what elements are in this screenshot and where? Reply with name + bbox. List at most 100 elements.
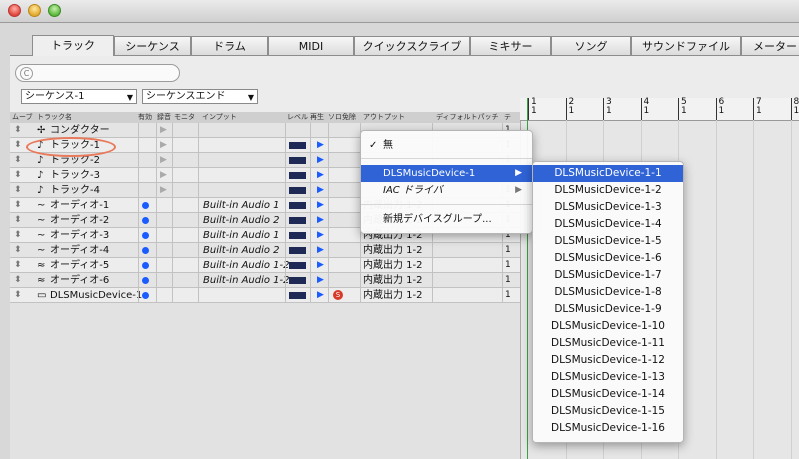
track-input[interactable]: Built-in Audio 1-2 <box>203 258 290 273</box>
record-enable-dot[interactable] <box>142 232 149 239</box>
tab-soundfile[interactable]: サウンドファイル <box>631 36 741 55</box>
record-enable-dot[interactable] <box>142 277 149 284</box>
channel-menu-item[interactable]: DLSMusicDevice-1-10 <box>533 318 683 335</box>
record-enable-dot[interactable] <box>142 217 149 224</box>
play-enable-icon[interactable]: ▶ <box>317 273 324 288</box>
menu-item-dls-device[interactable]: DLSMusicDevice-1 ▶ <box>361 165 532 182</box>
play-enable-icon[interactable]: ▶ <box>317 258 324 273</box>
play-enable-icon[interactable]: ▶ <box>317 288 324 303</box>
move-handle-icon[interactable]: ⬍ <box>14 288 22 303</box>
move-handle-icon[interactable]: ⬍ <box>14 258 22 273</box>
track-row[interactable]: ⬍ ≈ オーディオ-6 Built-in Audio 1-2 ▶ 内蔵出力 1-2 1 <box>10 273 520 288</box>
tab-tracks[interactable]: トラック <box>32 35 114 56</box>
track-name[interactable]: オーディオ-2 <box>50 213 109 228</box>
channel-menu-item[interactable]: DLSMusicDevice-1-3 <box>533 199 683 216</box>
monitor-arrow-icon[interactable]: ▶ <box>160 155 167 166</box>
move-handle-icon[interactable]: ⬍ <box>14 183 22 198</box>
move-handle-icon[interactable]: ⬍ <box>14 138 22 153</box>
track-name[interactable]: トラック-4 <box>50 183 100 198</box>
track-name[interactable]: オーディオ-3 <box>50 228 109 243</box>
header-play[interactable]: 再生 <box>310 112 324 123</box>
menu-item-iac-driver[interactable]: IAC ドライバ ▶ <box>361 182 532 199</box>
header-move[interactable]: ムーブ <box>12 112 33 123</box>
menu-item-none[interactable]: ✓ 無 <box>361 137 532 154</box>
play-enable-icon[interactable]: ▶ <box>317 243 324 258</box>
channel-menu-item[interactable]: DLSMusicDevice-1-9 <box>533 301 683 318</box>
channel-menu-item[interactable]: DLSMusicDevice-1-15 <box>533 403 683 420</box>
record-enable-dot[interactable] <box>142 202 149 209</box>
channel-menu-item[interactable]: DLSMusicDevice-1-12 <box>533 352 683 369</box>
channel-menu-item[interactable]: DLSMusicDevice-1-6 <box>533 250 683 267</box>
header-default-patch[interactable]: ディフォルトパッチ <box>436 112 499 123</box>
minimize-window-button[interactable] <box>28 4 41 17</box>
tab-quickscribe[interactable]: クイックスクライブ <box>354 36 470 55</box>
track-output[interactable]: 内蔵出力 1-2 <box>363 288 423 303</box>
track-name[interactable]: オーディオ-5 <box>50 258 109 273</box>
channel-menu-item[interactable]: DLSMusicDevice-1-8 <box>533 284 683 301</box>
track-input[interactable]: Built-in Audio 1-2 <box>203 273 290 288</box>
track-name[interactable]: DLSMusicDevice-1 <box>50 288 142 303</box>
tab-song[interactable]: ソング <box>551 36 631 55</box>
track-name[interactable]: オーディオ-6 <box>50 273 109 288</box>
channel-menu-item[interactable]: DLSMusicDevice-1-14 <box>533 386 683 403</box>
channel-menu-item[interactable]: DLSMusicDevice-1-16 <box>533 420 683 437</box>
channel-menu-item[interactable]: DLSMusicDevice-1-1 <box>533 165 683 182</box>
close-window-button[interactable] <box>8 4 21 17</box>
header-track-name[interactable]: トラック名 <box>37 112 72 123</box>
move-handle-icon[interactable]: ⬍ <box>14 228 22 243</box>
play-enable-icon[interactable]: ▶ <box>317 183 324 198</box>
tab-mixer[interactable]: ミキサー <box>470 36 551 55</box>
monitor-arrow-icon[interactable]: ▶ <box>160 185 167 196</box>
header-enable[interactable]: 有効 <box>138 112 152 123</box>
move-handle-icon[interactable]: ⬍ <box>14 153 22 168</box>
tab-meter[interactable]: メーター <box>741 36 799 55</box>
channel-menu-item[interactable]: DLSMusicDevice-1-4 <box>533 216 683 233</box>
search-field[interactable]: C <box>15 64 180 82</box>
play-enable-icon[interactable]: ▶ <box>317 198 324 213</box>
record-enable-dot[interactable] <box>142 247 149 254</box>
track-list-empty-area[interactable] <box>10 303 520 459</box>
track-row[interactable]: ⬍ ≈ オーディオ-5 Built-in Audio 1-2 ▶ 内蔵出力 1-2 1 <box>10 258 520 273</box>
tab-sequence[interactable]: シーケンス <box>114 36 191 55</box>
monitor-arrow-icon[interactable]: ▶ <box>160 140 167 151</box>
tab-drum[interactable]: ドラム <box>191 36 268 55</box>
tab-midi[interactable]: MIDI <box>268 36 354 55</box>
move-handle-icon[interactable]: ⬍ <box>14 273 22 288</box>
track-name[interactable]: コンダクター <box>50 123 110 138</box>
monitor-arrow-icon[interactable]: ▶ <box>160 125 167 136</box>
track-row[interactable]: ⬍ ~ オーディオ-4 Built-in Audio 2 ▶ 内蔵出力 1-2 1 <box>10 243 520 258</box>
header-solo[interactable]: ソロ免除 <box>328 112 356 123</box>
track-output[interactable]: 内蔵出力 1-2 <box>363 273 423 288</box>
solo-exempt-icon[interactable]: S <box>333 290 343 300</box>
sequence-end-select[interactable]: シーケンスエンド ▼ <box>142 89 258 104</box>
track-name[interactable]: トラック-3 <box>50 168 100 183</box>
play-enable-icon[interactable]: ▶ <box>317 228 324 243</box>
channel-menu-item[interactable]: DLSMusicDevice-1-5 <box>533 233 683 250</box>
record-enable-dot[interactable] <box>142 292 149 299</box>
play-enable-icon[interactable]: ▶ <box>317 138 324 153</box>
bar-ruler[interactable]: 11 21 31 41 51 61 71 81 <box>520 98 799 121</box>
channel-menu-item[interactable]: DLSMusicDevice-1-7 <box>533 267 683 284</box>
track-name[interactable]: オーディオ-1 <box>50 198 109 213</box>
monitor-arrow-icon[interactable]: ▶ <box>160 170 167 181</box>
track-row[interactable]: ⬍ ▭ DLSMusicDevice-1 ▶ S 内蔵出力 1-2 1 <box>10 288 520 303</box>
move-handle-icon[interactable]: ⬍ <box>14 213 22 228</box>
play-enable-icon[interactable]: ▶ <box>317 168 324 183</box>
channel-menu-item[interactable]: DLSMusicDevice-1-2 <box>533 182 683 199</box>
move-handle-icon[interactable]: ⬍ <box>14 168 22 183</box>
track-input[interactable]: Built-in Audio 2 <box>203 243 280 258</box>
header-input[interactable]: インプット <box>202 112 237 123</box>
channel-menu-item[interactable]: DLSMusicDevice-1-11 <box>533 335 683 352</box>
menu-item-new-device-group[interactable]: 新規デバイスグループ... <box>361 211 532 228</box>
track-name[interactable]: オーディオ-4 <box>50 243 109 258</box>
channel-menu-item[interactable]: DLSMusicDevice-1-13 <box>533 369 683 386</box>
track-output[interactable]: 内蔵出力 1-2 <box>363 258 423 273</box>
move-handle-icon[interactable]: ⬍ <box>14 123 22 138</box>
header-te[interactable]: テ <box>504 112 511 123</box>
move-handle-icon[interactable]: ⬍ <box>14 198 22 213</box>
track-input[interactable]: Built-in Audio 1 <box>203 228 280 243</box>
sequence-select[interactable]: シーケンス-1 ▼ <box>21 89 137 104</box>
track-output[interactable]: 内蔵出力 1-2 <box>363 243 423 258</box>
play-enable-icon[interactable]: ▶ <box>317 213 324 228</box>
move-handle-icon[interactable]: ⬍ <box>14 243 22 258</box>
